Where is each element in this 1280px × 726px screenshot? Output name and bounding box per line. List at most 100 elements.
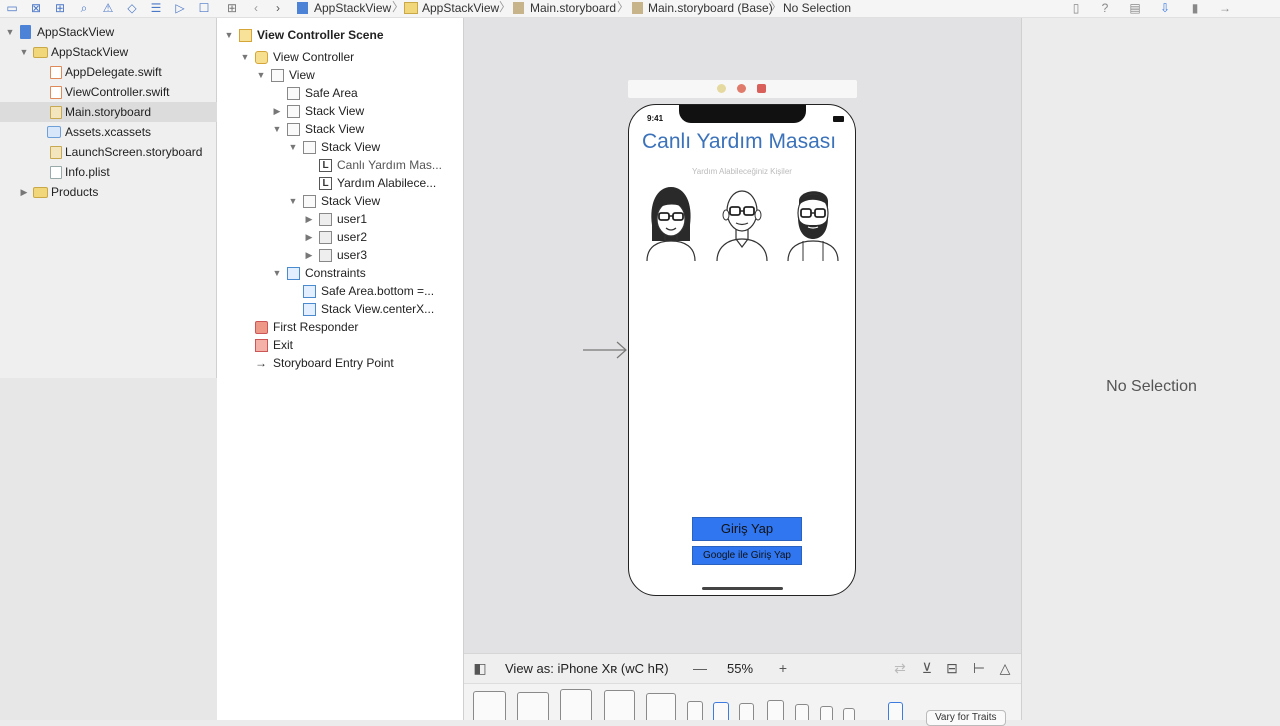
selected-device-icon[interactable] [888, 702, 903, 720]
breadcrumb-storyboard-base[interactable]: Main.storyboard (Base) [648, 1, 773, 15]
nav-item-assets[interactable]: Assets.xcassets [0, 122, 217, 142]
forward-arrow-icon[interactable]: › [270, 1, 286, 15]
attributes-inspector-icon[interactable]: ⇩ [1157, 1, 1173, 15]
google-login-button[interactable]: Google ile Giriş Yap [692, 546, 802, 565]
iphone-8-plus-device-icon[interactable] [767, 700, 784, 720]
disclosure-open-icon[interactable]: ▼ [224, 26, 234, 44]
file-inspector-icon[interactable]: ▯ [1068, 1, 1084, 15]
project-navigator-icon[interactable]: ▭ [4, 1, 20, 15]
outline-item-label: Safe Area.bottom =... [321, 284, 435, 298]
ipad-pro-12-device-icon[interactable] [473, 691, 506, 720]
storyboard-entry-arrow-icon[interactable] [583, 338, 629, 362]
report-navigator-icon[interactable]: ☐ [196, 1, 212, 15]
issue-navigator-icon[interactable]: ⚠ [100, 1, 116, 15]
nav-item-main-storyboard[interactable]: Main.storyboard [0, 102, 217, 122]
nav-item-folder[interactable]: ▼ AppStackView [0, 42, 217, 62]
ipad-device-icon[interactable] [646, 693, 676, 720]
disclosure-open-icon[interactable]: ▼ [256, 66, 266, 84]
symbol-navigator-icon[interactable]: ⊞ [52, 1, 68, 15]
embed-in-stack-icon[interactable]: ⊻ [919, 660, 935, 676]
find-navigator-icon[interactable]: ⌕ [76, 1, 92, 15]
inspector-panel: No Selection [1021, 18, 1280, 720]
disclosure-open-icon[interactable]: ▼ [288, 192, 298, 210]
outline-item-label: Stack View [321, 194, 381, 208]
breakpoint-navigator-icon[interactable]: ▷ [172, 1, 188, 15]
toolbar: ▭ ⊠ ⊞ ⌕ ⚠ ◇ ☰ ▷ ☐ ⊞ ‹ › AppStackView 〉 A… [0, 0, 1280, 18]
outline-item-label: Constraints [305, 266, 366, 280]
nav-item-viewcontroller[interactable]: ViewController.swift [0, 82, 217, 102]
disclosure-open-icon[interactable]: ▼ [272, 120, 282, 138]
toggle-outline-icon[interactable]: ◧ [472, 660, 488, 676]
nav-item-label: ViewController.swift [65, 85, 170, 99]
iphone-4s-device-icon[interactable] [843, 708, 855, 720]
back-arrow-icon[interactable]: ‹ [248, 1, 264, 15]
zoom-in-button[interactable]: + [775, 660, 791, 676]
outline-item-label: Stack View [321, 140, 381, 154]
disclosure-closed-icon[interactable]: ▶ [304, 210, 314, 228]
constraint-icon [303, 303, 316, 316]
iphone-se-device-icon[interactable] [820, 706, 833, 720]
disclosure-open-icon[interactable]: ▼ [240, 48, 250, 66]
breadcrumb-selection[interactable]: No Selection [783, 1, 851, 15]
iphone-scene[interactable]: 9:41 Canlı Yardım Masası Yardım Alabilec… [628, 104, 856, 596]
disclosure-closed-icon[interactable]: ▶ [19, 182, 29, 202]
app-title-label[interactable]: Canlı Yardım Masası [642, 130, 847, 154]
exit-dock-icon[interactable] [757, 84, 766, 93]
disclosure-open-icon[interactable]: ▼ [272, 264, 282, 282]
quick-help-icon[interactable]: ? [1097, 1, 1113, 15]
disclosure-open-icon[interactable]: ▼ [5, 22, 15, 42]
nav-item-launchscreen[interactable]: LaunchScreen.storyboard [0, 142, 217, 162]
view-as-device-label[interactable]: View as: iPhone Xʀ (wC hR) [505, 661, 669, 676]
nav-item-products[interactable]: ▶ Products [0, 182, 217, 202]
size-inspector-icon[interactable]: ▮ [1187, 1, 1203, 15]
user1-avatar-image[interactable] [643, 181, 699, 261]
iphone-xr-device-icon[interactable] [713, 702, 729, 720]
identity-inspector-icon[interactable]: ▤ [1127, 1, 1143, 15]
nav-item-info-plist[interactable]: Info.plist [0, 162, 217, 182]
view-controller-dock-icon[interactable] [717, 84, 726, 93]
source-control-icon[interactable]: ⊠ [28, 1, 44, 15]
zoom-level: 55% [727, 661, 754, 676]
nav-item-project[interactable]: ▼ AppStackView [0, 22, 217, 42]
update-frames-icon[interactable]: ⇄ [892, 660, 908, 676]
storyboard-canvas[interactable]: 9:41 Canlı Yardım Masası Yardım Alabilec… [464, 18, 1021, 653]
label-icon: L [319, 177, 332, 190]
iphone-x-device-icon[interactable] [739, 703, 754, 720]
first-responder-dock-icon[interactable] [737, 84, 746, 93]
outline-item-label: user2 [337, 230, 368, 244]
breadcrumb-separator: 〉 [392, 0, 405, 14]
connections-inspector-icon[interactable]: → [1217, 1, 1233, 15]
disclosure-open-icon[interactable]: ▼ [19, 42, 29, 62]
iphone-8-device-icon[interactable] [795, 704, 809, 720]
storyboard-file-icon [632, 2, 643, 14]
outline-item-label: user1 [337, 212, 368, 226]
resolve-issues-icon[interactable]: △ [997, 660, 1013, 676]
add-constraints-icon[interactable]: ⊢ [971, 660, 987, 676]
debug-navigator-icon[interactable]: ☰ [148, 1, 164, 15]
outline-item-label: Exit [273, 338, 294, 352]
breadcrumb-storyboard[interactable]: Main.storyboard [530, 1, 616, 15]
iphone-xs-max-device-icon[interactable] [687, 701, 703, 720]
constraint-icon [303, 285, 316, 298]
app-subtitle-label[interactable]: Yardım Alabileceğiniz Kişiler [629, 167, 855, 176]
nav-item-label: AppStackView [37, 25, 115, 39]
vary-for-traits-button[interactable]: Vary for Traits [926, 710, 1006, 726]
ipad-pro-portrait-device-icon[interactable] [560, 689, 592, 720]
user3-avatar-image[interactable] [785, 181, 841, 261]
disclosure-closed-icon[interactable]: ▶ [304, 246, 314, 264]
ipad-air-device-icon[interactable] [604, 690, 635, 720]
login-button[interactable]: Giriş Yap [692, 517, 802, 541]
user2-avatar-image[interactable] [714, 181, 770, 261]
disclosure-closed-icon[interactable]: ▶ [304, 228, 314, 246]
ipad-pro-11-device-icon[interactable] [517, 692, 549, 720]
disclosure-closed-icon[interactable]: ▶ [272, 102, 282, 120]
breadcrumb-folder[interactable]: AppStackView [422, 1, 499, 15]
nav-item-appdelegate[interactable]: AppDelegate.swift [0, 62, 217, 82]
align-icon[interactable]: ⊟ [944, 660, 960, 676]
breadcrumb-project[interactable]: AppStackView [314, 1, 391, 15]
zoom-out-button[interactable]: — [692, 660, 708, 676]
scene-dock[interactable] [628, 80, 857, 98]
disclosure-open-icon[interactable]: ▼ [288, 138, 298, 156]
related-items-icon[interactable]: ⊞ [224, 1, 240, 15]
test-navigator-icon[interactable]: ◇ [124, 1, 140, 15]
